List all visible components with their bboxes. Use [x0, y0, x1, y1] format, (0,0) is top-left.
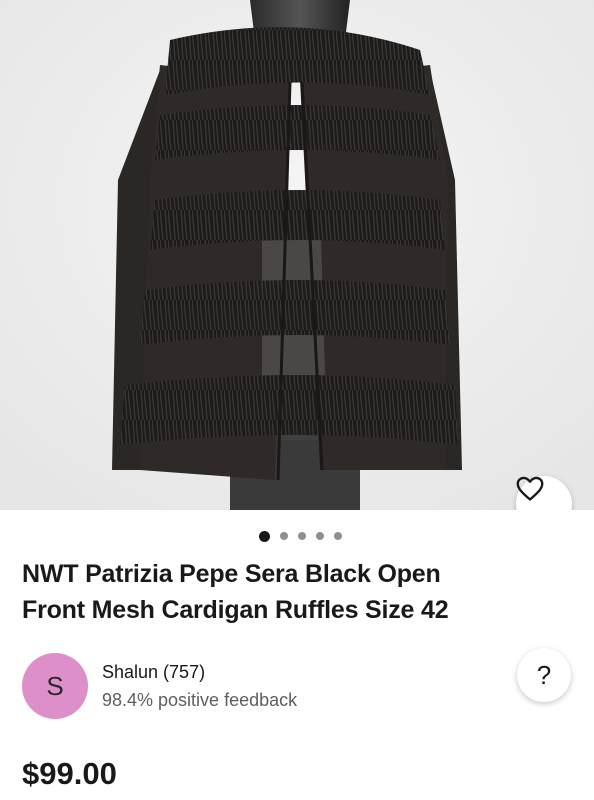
pagination-dot[interactable] [297, 532, 306, 540]
cardigan-photo [0, 0, 594, 510]
pagination-dot[interactable] [258, 530, 270, 542]
seller-info[interactable]: S Shalun (757) 98.4% positive feedback [22, 653, 297, 719]
listing-price: $99.00 [22, 756, 117, 791]
listing-title-line-1: NWT Patrizia Pepe Sera Black Open [22, 560, 441, 588]
pagination-dot[interactable] [279, 532, 288, 540]
pagination-dot[interactable] [333, 532, 342, 540]
image-pagination [0, 530, 594, 542]
pagination-dot[interactable] [315, 532, 324, 540]
seller-name[interactable]: Shalun (757) [102, 659, 297, 685]
seller-details: Shalun (757) 98.4% positive feedback [102, 659, 297, 713]
help-button[interactable]: ? [517, 648, 571, 702]
product-image[interactable] [0, 0, 594, 510]
seller-avatar[interactable]: S [22, 653, 88, 719]
seller-feedback: 98.4% positive feedback [102, 690, 298, 710]
heart-icon [516, 476, 544, 501]
question-icon: ? [536, 659, 552, 690]
listing-title-line-2: Front Mesh Cardigan Ruffles Size 42 [22, 596, 449, 624]
listing-title: NWT Patrizia Pepe Sera Black Open Front … [22, 556, 562, 628]
